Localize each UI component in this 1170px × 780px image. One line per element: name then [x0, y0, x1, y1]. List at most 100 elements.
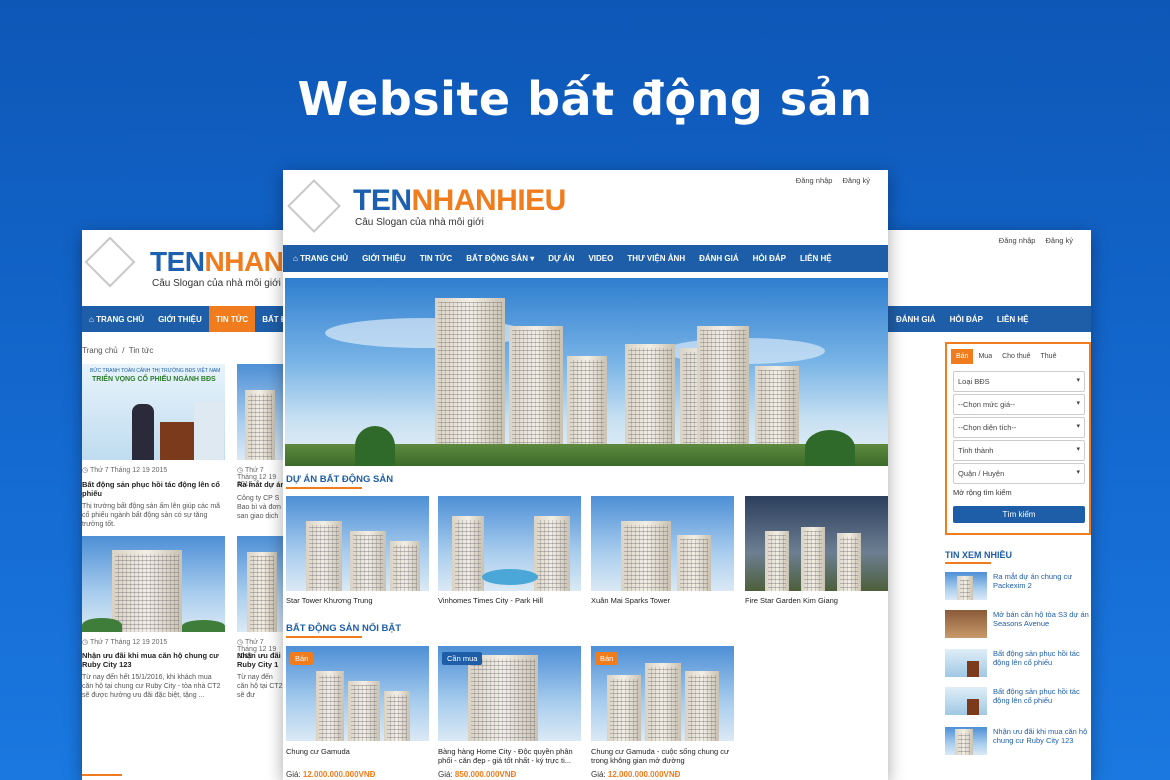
- nav-home[interactable]: ⌂ TRANG CHỦ: [286, 245, 355, 272]
- brand-logo[interactable]: TENNHANHIEU: [150, 246, 283, 278]
- register-link[interactable]: Đăng ký: [842, 176, 870, 185]
- nav-contact[interactable]: LIÊN HỆ: [990, 306, 1036, 332]
- crumb-current: Tin tức: [128, 346, 154, 355]
- main-nav: ĐÁNH GIÁ HỎI ĐÁP LIÊN HỆ: [887, 306, 1091, 332]
- nav-realestate[interactable]: BẤT ĐỘNG SẢN ▾: [459, 245, 541, 272]
- news-date: ◷ Thứ 7 Tháng 12 19 2015: [82, 639, 168, 646]
- news-link[interactable]: Nhận ưu đãi khi mua căn hộ chung cư Ruby…: [993, 727, 1091, 755]
- news-date: ◷ Thứ 7 Tháng 12 19 2015: [82, 467, 168, 474]
- list-item[interactable]: Ra mắt dự án chung cư Packexim 2: [945, 572, 1091, 600]
- news-desc: Từ nay đến hết 15/1/2016, khi khách mua …: [82, 674, 221, 700]
- nav-video[interactable]: VIDEO: [581, 245, 620, 272]
- area-select[interactable]: --Chọn diện tích--: [953, 417, 1085, 438]
- nav-news[interactable]: TIN TỨC: [208, 306, 256, 332]
- project-thumb[interactable]: [438, 496, 581, 591]
- tab-rent[interactable]: Thuê: [1036, 349, 1062, 364]
- news-desc: Thị trường bất động sản ấm lên giúp các …: [82, 503, 221, 529]
- nav-realestate[interactable]: BẤT Đ: [255, 306, 283, 332]
- news-link[interactable]: Bất động sản phục hồi tác động lên cổ ph…: [993, 687, 1091, 715]
- slogan: Câu Slogan của nhà môi giới: [152, 278, 281, 289]
- project-title[interactable]: Star Tower Khương Trung: [286, 596, 373, 605]
- nav-qa[interactable]: HỎI ĐÁP: [943, 306, 990, 332]
- tab-buy[interactable]: Mua: [973, 349, 997, 364]
- tab-for-rent[interactable]: Cho thuê: [997, 349, 1035, 364]
- home-page-window: Đăng nhập Đăng ký TENNHANHIEU Câu Slogan …: [283, 170, 888, 780]
- project-thumb[interactable]: [591, 496, 734, 591]
- news-thumb-4[interactable]: [237, 536, 283, 632]
- listing-price: Giá: 12.000.000.000VNĐ: [591, 770, 681, 779]
- nav-home[interactable]: ⌂ TRANG CHỦ: [82, 306, 151, 332]
- news-thumb: [945, 687, 987, 715]
- nav-reviews[interactable]: ĐÁNH GIÁ: [889, 306, 943, 332]
- hero-banner[interactable]: [285, 278, 888, 466]
- list-item[interactable]: Nhận ưu đãi khi mua căn hộ chung cư Ruby…: [945, 727, 1091, 755]
- login-link[interactable]: Đăng nhập: [796, 176, 833, 185]
- listing-badge: Bán: [595, 652, 619, 665]
- project-title[interactable]: Xuân Mai Sparks Tower: [591, 596, 670, 605]
- nav-projects[interactable]: DỰ ÁN: [541, 245, 581, 272]
- news-link[interactable]: Ra mắt dự án chung cư Packexim 2: [993, 572, 1091, 600]
- login-link[interactable]: Đăng nhập: [999, 236, 1036, 245]
- province-select[interactable]: Tỉnh thành: [953, 440, 1085, 461]
- list-item[interactable]: Bất động sản phục hồi tác động lên cổ ph…: [945, 649, 1091, 677]
- news-link[interactable]: Bất động sản phục hồi tác động lên cổ ph…: [993, 649, 1091, 677]
- auth-links: Đăng nhập Đăng ký: [796, 176, 870, 185]
- logo-diamond: [287, 179, 341, 233]
- search-button[interactable]: Tìm kiếm: [953, 506, 1085, 523]
- main-nav: ⌂ TRANG CHỦ GIỚI THIỆU TIN TỨC BẤT ĐỘNG …: [283, 245, 888, 272]
- thumb-headline: TRIỂN VỌNG CỔ PHIẾU NGÀNH BĐS: [92, 376, 216, 383]
- list-item[interactable]: Mở bán căn hộ tòa S3 dự án Seasons Avenu…: [945, 610, 1091, 638]
- nav-gallery[interactable]: THƯ VIỆN ẢNH: [620, 245, 692, 272]
- nav-news[interactable]: TIN TỨC: [413, 245, 459, 272]
- news-thumb: [945, 727, 987, 755]
- listing-badge: Bán: [290, 652, 314, 665]
- featured-heading: BẤT ĐỘNG SẢN NỔI BẬT: [286, 623, 402, 634]
- listing-title[interactable]: Chung cư Gamuda: [286, 747, 429, 756]
- project-title[interactable]: Fire Star Garden Kim Giang: [745, 596, 838, 605]
- listing-price: Giá: 12.000.000.000VNĐ: [286, 770, 376, 779]
- news-thumb-3[interactable]: [82, 536, 225, 632]
- nav-intro[interactable]: GIỚI THIỆU: [151, 306, 209, 332]
- news-title[interactable]: Nhận ưu đãi khi mua căn hộ chung cư Ruby…: [82, 651, 222, 669]
- project-title[interactable]: Vinhomes Times City - Park Hill: [438, 596, 543, 605]
- listing-price: Giá: 850.000.000VNĐ: [438, 770, 517, 779]
- breadcrumb: Trang chủ / Tin tức: [82, 346, 154, 355]
- project-thumb[interactable]: [745, 496, 888, 591]
- news-page-window: TENNHANHIEU Câu Slogan của nhà môi giới …: [82, 230, 283, 780]
- auth-links: Đăng nhập Đăng ký: [999, 236, 1073, 245]
- news-title[interactable]: Ra mắt dự án: [237, 480, 283, 489]
- list-item[interactable]: Bất động sản phục hồi tác động lên cổ ph…: [945, 687, 1091, 715]
- thumb-caption: BỨC TRANH TOÀN CẢNH THỊ TRƯỜNG BĐS VIỆT …: [90, 368, 221, 374]
- tab-sell[interactable]: Bán: [951, 349, 974, 364]
- nav-contact[interactable]: LIÊN HỆ: [793, 245, 839, 272]
- project-thumb[interactable]: [286, 496, 429, 591]
- news-desc: Công ty CP S Bao bì và đơn san giao dịch: [237, 495, 281, 521]
- news-title[interactable]: Nhận ưu đãi Ruby City 1: [237, 651, 283, 671]
- brand-logo[interactable]: TENNHANHIEU: [353, 184, 566, 218]
- search-box: Bán Mua Cho thuê Thuê Loại BĐS --Chọn mứ…: [945, 342, 1091, 535]
- news-thumb: [945, 610, 987, 638]
- listing-title[interactable]: Chung cư Gamuda - cuộc sống chung cư tro…: [591, 747, 734, 766]
- projects-heading: DỰ ÁN BẤT ĐỘNG SẢN: [286, 474, 394, 485]
- news-thumb-1[interactable]: BỨC TRANH TOÀN CẢNH THỊ TRƯỜNG BĐS VIỆT …: [82, 364, 225, 460]
- crumb-home[interactable]: Trang chủ: [82, 346, 118, 355]
- register-link[interactable]: Đăng ký: [1045, 236, 1073, 245]
- search-tabs: Bán Mua Cho thuê Thuê: [951, 349, 1061, 364]
- type-select[interactable]: Loại BĐS: [953, 371, 1085, 392]
- price-select[interactable]: --Chọn mức giá--: [953, 394, 1085, 415]
- hero-title: Website bất động sản: [297, 72, 873, 126]
- sidebar-page-window: Đăng nhập Đăng ký ĐÁNH GIÁ HỎI ĐÁP LIÊN H…: [887, 230, 1091, 780]
- nav-intro[interactable]: GIỚI THIỆU: [355, 245, 413, 272]
- news-thumb-2[interactable]: [237, 364, 283, 460]
- district-select[interactable]: Quận / Huyện: [953, 463, 1085, 484]
- news-thumb: [945, 649, 987, 677]
- listing-badge: Cần mua: [442, 652, 483, 665]
- news-thumb: [945, 572, 987, 600]
- listing-title[interactable]: Bàng hàng Home City - Độc quyền phân phố…: [438, 747, 581, 766]
- nav-reviews[interactable]: ĐÁNH GIÁ: [692, 245, 746, 272]
- nav-qa[interactable]: HỎI ĐÁP: [746, 245, 793, 272]
- expand-search-link[interactable]: Mở rộng tìm kiếm: [953, 488, 1012, 497]
- news-link[interactable]: Mở bán căn hộ tòa S3 dự án Seasons Avenu…: [993, 610, 1091, 638]
- most-viewed-heading: TIN XEM NHIỀU: [945, 550, 1013, 560]
- news-title[interactable]: Bất động sản phục hồi tác động lên cổ ph…: [82, 480, 222, 498]
